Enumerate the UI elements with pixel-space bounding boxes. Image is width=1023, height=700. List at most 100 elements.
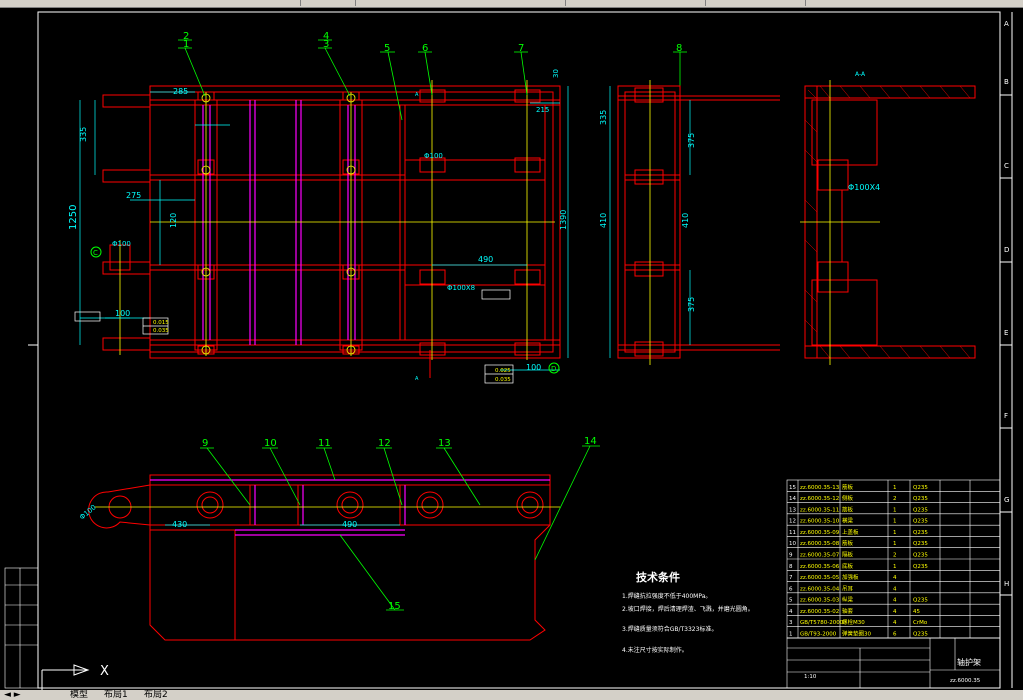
drawing-frame	[28, 11, 1013, 689]
balloon-9: 9	[202, 438, 208, 449]
phi100x8-label: Φ100X8	[447, 284, 475, 292]
bom-cell-code: zz.6000.35-10	[800, 519, 840, 525]
color-control[interactable]	[300, 0, 356, 6]
dim-275: 275	[126, 191, 141, 200]
bom-cell-name: 轴套	[842, 607, 854, 615]
bom-cell-qty: 2	[893, 553, 897, 559]
bom-cell-name: 螺栓M30	[842, 618, 865, 626]
balloon-1: 1	[183, 39, 189, 50]
row-label-e: E	[1004, 329, 1008, 337]
balloon-3: 3	[323, 39, 329, 50]
bom-cell-no: 10	[789, 541, 796, 547]
bom-cell-name: 筋板	[842, 483, 854, 491]
left-side-panel	[4, 567, 39, 689]
bom-cell-qty: 4	[893, 598, 897, 604]
bom-cell-code: zz.6000.35-04	[800, 586, 840, 592]
balloon-6: 6	[422, 43, 428, 54]
bom-rows: 15 zz.6000.35-13 筋板 1 Q23514 zz.6000.35-12 侧板 2…	[787, 483, 1000, 639]
bom-cell-no: 12	[789, 519, 796, 525]
bom-cell-name: 隔板	[842, 551, 854, 559]
dim-100b: 100	[526, 363, 541, 372]
bom-cell-mat: Q235	[913, 632, 928, 638]
bom-cell-name: 上盖板	[842, 528, 859, 536]
bom-cell-code: zz.6000.35-11	[800, 507, 839, 513]
layer-control[interactable]	[0, 0, 301, 6]
bom-cell-code: zz.6000.35-07	[800, 553, 840, 559]
section-mark-a: A	[415, 376, 419, 382]
balloon-10: 10	[264, 438, 277, 449]
ucs-icon: X	[41, 664, 109, 690]
properties-control[interactable]	[805, 0, 1023, 6]
tech-line-3: 3.焊缝质量须符合GB/T3323标准。	[622, 625, 717, 633]
balloon-13: 13	[438, 438, 451, 449]
row-label-a: A	[1004, 20, 1009, 28]
datum-d-label: D	[551, 365, 556, 373]
balloon-11: 11	[318, 438, 331, 449]
balloon-7: 7	[518, 43, 524, 54]
lineweight-control[interactable]	[565, 0, 706, 6]
tab-nav-arrows[interactable]: ◄ ►	[0, 690, 25, 700]
drawing-canvas[interactable]: A B C D E F G H 285 335 275 1250 120 100…	[0, 7, 1023, 690]
bom-cell-no: 8	[789, 564, 793, 570]
dim-335-side: 335	[599, 110, 608, 125]
bom-table[interactable]: 15 zz.6000.35-13 筋板 1 Q23514 zz.6000.35-12 侧板 2…	[786, 479, 1001, 689]
balloon-14: 14	[584, 436, 597, 447]
section-view[interactable]: Φ100X4 A-A	[800, 71, 976, 365]
dim-375-side-a: 375	[687, 133, 696, 148]
tab-model[interactable]: 模型	[66, 690, 92, 700]
bom-cell-qty: 1	[893, 485, 897, 491]
bom-cell-qty: 4	[893, 586, 897, 592]
bom-cell-code: zz.6000.35-09	[800, 530, 840, 536]
phi100-front-label: Φ100	[78, 503, 98, 521]
dim-1390: 1390	[559, 210, 568, 230]
balloon-5: 5	[384, 43, 390, 54]
dim-1250: 1250	[68, 205, 79, 230]
phi100x4-label: Φ100X4	[848, 183, 880, 192]
bom-cell-name: 筋板	[842, 505, 854, 513]
bom-cell-no: 3	[789, 620, 793, 626]
tech-line-2: 2.坡口焊接，焊后清理焊渣、飞溅，并磨光圆角。	[622, 605, 754, 613]
plotstyle-control[interactable]	[705, 0, 806, 6]
bom-cell-code: zz.6000.35-03	[800, 598, 840, 604]
row-label-g: G	[1004, 496, 1009, 504]
bom-cell-mat: CrMo	[913, 620, 928, 626]
side-view[interactable]: 335 410 375 375 410	[599, 80, 780, 365]
bom-cell-no: 13	[789, 507, 796, 513]
bom-cell-name: 吊耳	[842, 585, 854, 592]
section-title: A-A	[855, 71, 866, 78]
bom-cell-qty: 1	[893, 541, 897, 547]
linetype-control[interactable]	[355, 0, 566, 6]
balloon-8: 8	[676, 43, 682, 54]
gt-d: 0.035	[495, 377, 511, 383]
title-drawing-no: zz.6000.35	[950, 678, 981, 684]
row-label-h: H	[1004, 580, 1009, 588]
bom-cell-qty: 1	[893, 564, 897, 570]
bom-cell-name: 加强板	[842, 573, 859, 581]
dim-375-side-b: 375	[687, 297, 696, 312]
balloons-bottom	[200, 445, 600, 611]
bom-cell-no: 9	[789, 553, 793, 559]
tech-line-4: 4.未注尺寸按实际制作。	[622, 646, 688, 654]
front-view[interactable]: 430 490 Φ100	[78, 474, 560, 641]
bom-cell-mat: 45	[913, 609, 920, 615]
bom-cell-mat: Q235	[913, 541, 928, 547]
bom-cell-qty: 4	[893, 620, 897, 626]
tab-layout1[interactable]: 布局1	[100, 690, 132, 700]
balloon-12: 12	[378, 438, 391, 449]
cad-drawing: A B C D E F G H 285 335 275 1250 120 100…	[4, 11, 1013, 690]
plan-view[interactable]: 285 335 275 1250 120 100 30 215 1390 490…	[68, 69, 569, 384]
bom-cell-name: 底板	[842, 562, 854, 570]
phi100-label: Φ100	[112, 240, 131, 248]
tab-layout2[interactable]: 布局2	[140, 690, 172, 700]
phi100-lug-label: Φ100	[424, 152, 443, 160]
bom-cell-no: 14	[789, 496, 796, 502]
section-mark-a-top: A	[415, 92, 419, 98]
dim-490: 490	[478, 255, 493, 264]
bom-cell-mat: Q235	[913, 598, 928, 604]
dim-215: 215	[536, 106, 549, 114]
title-name: 轴护架	[957, 657, 981, 667]
bom-cell-name: 纵梁	[842, 596, 854, 604]
tech-line-1: 1.焊缝抗拉强度不低于400MPa。	[622, 592, 711, 600]
bom-cell-code: zz.6000.35-12	[800, 496, 839, 502]
row-label-d: D	[1004, 246, 1009, 254]
